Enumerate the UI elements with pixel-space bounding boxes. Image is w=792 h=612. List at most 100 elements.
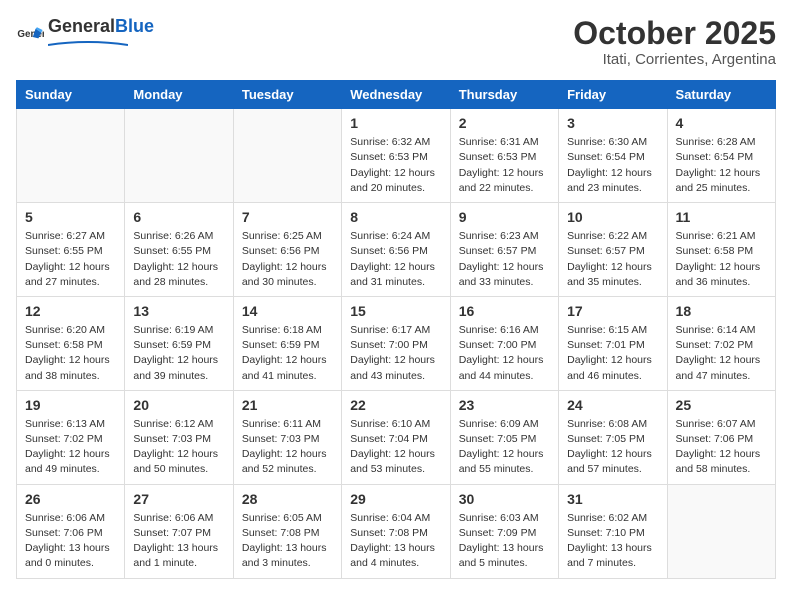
day-info: Sunrise: 6:17 AM Sunset: 7:00 PM Dayligh…: [350, 323, 441, 384]
calendar-cell: 24 Sunrise: 6:08 AM Sunset: 7:05 PM Dayli…: [559, 390, 667, 484]
day-info: Sunrise: 6:03 AM Sunset: 7:09 PM Dayligh…: [459, 511, 550, 572]
calendar-cell: 7 Sunrise: 6:25 AM Sunset: 6:56 PM Daylig…: [233, 203, 341, 297]
calendar-cell: 6 Sunrise: 6:26 AM Sunset: 6:55 PM Daylig…: [125, 203, 233, 297]
day-number: 24: [567, 397, 658, 413]
day-info: Sunrise: 6:24 AM Sunset: 6:56 PM Dayligh…: [350, 229, 441, 290]
day-number: 25: [676, 397, 767, 413]
day-info: Sunrise: 6:25 AM Sunset: 6:56 PM Dayligh…: [242, 229, 333, 290]
weekday-header-saturday: Saturday: [667, 81, 775, 109]
day-info: Sunrise: 6:07 AM Sunset: 7:06 PM Dayligh…: [676, 417, 767, 478]
weekday-header-tuesday: Tuesday: [233, 81, 341, 109]
day-number: 6: [133, 209, 224, 225]
calendar-cell: 16Sunrise: 6:16 AM Sunset: 7:00 PM Dayli…: [450, 296, 558, 390]
day-number: 3: [567, 115, 658, 131]
day-info: Sunrise: 6:08 AM Sunset: 7:05 PM Dayligh…: [567, 417, 658, 478]
calendar-cell: [233, 109, 341, 203]
day-number: 23: [459, 397, 550, 413]
day-info: Sunrise: 6:31 AM Sunset: 6:53 PM Dayligh…: [459, 135, 550, 196]
title-block: October 2025 Itati, Corrientes, Argentin…: [573, 16, 776, 68]
day-number: 16: [459, 303, 550, 319]
calendar-table: SundayMondayTuesdayWednesdayThursdayFrid…: [16, 80, 776, 578]
day-number: 30: [459, 491, 550, 507]
day-number: 1: [350, 115, 441, 131]
logo-swoosh: [48, 37, 128, 53]
day-info: Sunrise: 6:22 AM Sunset: 6:57 PM Dayligh…: [567, 229, 658, 290]
day-info: Sunrise: 6:12 AM Sunset: 7:03 PM Dayligh…: [133, 417, 224, 478]
day-info: Sunrise: 6:06 AM Sunset: 7:06 PM Dayligh…: [25, 511, 116, 572]
day-number: 19: [25, 397, 116, 413]
calendar-cell: 29Sunrise: 6:04 AM Sunset: 7:08 PM Dayli…: [342, 484, 450, 578]
day-number: 4: [676, 115, 767, 131]
calendar-cell: 18 Sunrise: 6:14 AM Sunset: 7:02 PM Dayli…: [667, 296, 775, 390]
calendar-cell: 17Sunrise: 6:15 AM Sunset: 7:01 PM Dayli…: [559, 296, 667, 390]
day-info: Sunrise: 6:18 AM Sunset: 6:59 PM Dayligh…: [242, 323, 333, 384]
logo-general: General: [48, 16, 115, 37]
calendar-cell: 22 Sunrise: 6:10 AM Sunset: 7:04 PM Dayli…: [342, 390, 450, 484]
calendar-cell: 30 Sunrise: 6:03 AM Sunset: 7:09 PM Dayli…: [450, 484, 558, 578]
weekday-header-wednesday: Wednesday: [342, 81, 450, 109]
calendar-cell: 4 Sunrise: 6:28 AM Sunset: 6:54 PM Daylig…: [667, 109, 775, 203]
weekday-header-friday: Friday: [559, 81, 667, 109]
day-number: 15: [350, 303, 441, 319]
calendar-cell: 1 Sunrise: 6:32 AM Sunset: 6:53 PM Daylig…: [342, 109, 450, 203]
day-number: 31: [567, 491, 658, 507]
day-info: Sunrise: 6:11 AM Sunset: 7:03 PM Dayligh…: [242, 417, 333, 478]
day-number: 27: [133, 491, 224, 507]
weekday-header-sunday: Sunday: [17, 81, 125, 109]
calendar-cell: [667, 484, 775, 578]
day-info: Sunrise: 6:30 AM Sunset: 6:54 PM Dayligh…: [567, 135, 658, 196]
day-info: Sunrise: 6:06 AM Sunset: 7:07 PM Dayligh…: [133, 511, 224, 572]
day-info: Sunrise: 6:02 AM Sunset: 7:10 PM Dayligh…: [567, 511, 658, 572]
logo-icon: General: [16, 23, 44, 51]
calendar-cell: 15 Sunrise: 6:17 AM Sunset: 7:00 PM Dayli…: [342, 296, 450, 390]
day-number: 9: [459, 209, 550, 225]
calendar-cell: [125, 109, 233, 203]
day-info: Sunrise: 6:19 AM Sunset: 6:59 PM Dayligh…: [133, 323, 224, 384]
calendar-cell: 12Sunrise: 6:20 AM Sunset: 6:58 PM Dayli…: [17, 296, 125, 390]
week-row-1: 1 Sunrise: 6:32 AM Sunset: 6:53 PM Daylig…: [17, 109, 776, 203]
day-info: Sunrise: 6:32 AM Sunset: 6:53 PM Dayligh…: [350, 135, 441, 196]
week-row-2: 5 Sunrise: 6:27 AM Sunset: 6:55 PM Daylig…: [17, 203, 776, 297]
day-number: 7: [242, 209, 333, 225]
day-number: 14: [242, 303, 333, 319]
logo: General GeneralBlue: [16, 16, 154, 58]
week-row-4: 19Sunrise: 6:13 AM Sunset: 7:02 PM Dayli…: [17, 390, 776, 484]
day-number: 11: [676, 209, 767, 225]
day-number: 22: [350, 397, 441, 413]
week-row-3: 12Sunrise: 6:20 AM Sunset: 6:58 PM Dayli…: [17, 296, 776, 390]
weekday-header-row: SundayMondayTuesdayWednesdayThursdayFrid…: [17, 81, 776, 109]
day-number: 21: [242, 397, 333, 413]
weekday-header-monday: Monday: [125, 81, 233, 109]
calendar-cell: [17, 109, 125, 203]
calendar-cell: 5 Sunrise: 6:27 AM Sunset: 6:55 PM Daylig…: [17, 203, 125, 297]
calendar-cell: 19Sunrise: 6:13 AM Sunset: 7:02 PM Dayli…: [17, 390, 125, 484]
page-header: General GeneralBlue October 2025 Itati, …: [16, 16, 776, 68]
day-number: 13: [133, 303, 224, 319]
calendar-cell: 8Sunrise: 6:24 AM Sunset: 6:56 PM Daylig…: [342, 203, 450, 297]
day-info: Sunrise: 6:09 AM Sunset: 7:05 PM Dayligh…: [459, 417, 550, 478]
calendar-cell: 3 Sunrise: 6:30 AM Sunset: 6:54 PM Daylig…: [559, 109, 667, 203]
day-info: Sunrise: 6:23 AM Sunset: 6:57 PM Dayligh…: [459, 229, 550, 290]
calendar-cell: 13 Sunrise: 6:19 AM Sunset: 6:59 PM Dayli…: [125, 296, 233, 390]
page-title: October 2025: [573, 16, 776, 51]
day-number: 2: [459, 115, 550, 131]
calendar-cell: 10Sunrise: 6:22 AM Sunset: 6:57 PM Dayli…: [559, 203, 667, 297]
day-info: Sunrise: 6:10 AM Sunset: 7:04 PM Dayligh…: [350, 417, 441, 478]
calendar-cell: 20 Sunrise: 6:12 AM Sunset: 7:03 PM Dayli…: [125, 390, 233, 484]
calendar-cell: 9 Sunrise: 6:23 AM Sunset: 6:57 PM Daylig…: [450, 203, 558, 297]
day-number: 5: [25, 209, 116, 225]
day-info: Sunrise: 6:14 AM Sunset: 7:02 PM Dayligh…: [676, 323, 767, 384]
day-info: Sunrise: 6:27 AM Sunset: 6:55 PM Dayligh…: [25, 229, 116, 290]
day-number: 20: [133, 397, 224, 413]
day-number: 26: [25, 491, 116, 507]
day-info: Sunrise: 6:26 AM Sunset: 6:55 PM Dayligh…: [133, 229, 224, 290]
day-info: Sunrise: 6:15 AM Sunset: 7:01 PM Dayligh…: [567, 323, 658, 384]
day-number: 18: [676, 303, 767, 319]
week-row-5: 26 Sunrise: 6:06 AM Sunset: 7:06 PM Dayli…: [17, 484, 776, 578]
calendar-cell: 2 Sunrise: 6:31 AM Sunset: 6:53 PM Daylig…: [450, 109, 558, 203]
day-number: 28: [242, 491, 333, 507]
day-info: Sunrise: 6:28 AM Sunset: 6:54 PM Dayligh…: [676, 135, 767, 196]
calendar-cell: 27 Sunrise: 6:06 AM Sunset: 7:07 PM Dayli…: [125, 484, 233, 578]
calendar-cell: 21 Sunrise: 6:11 AM Sunset: 7:03 PM Dayli…: [233, 390, 341, 484]
weekday-header-thursday: Thursday: [450, 81, 558, 109]
